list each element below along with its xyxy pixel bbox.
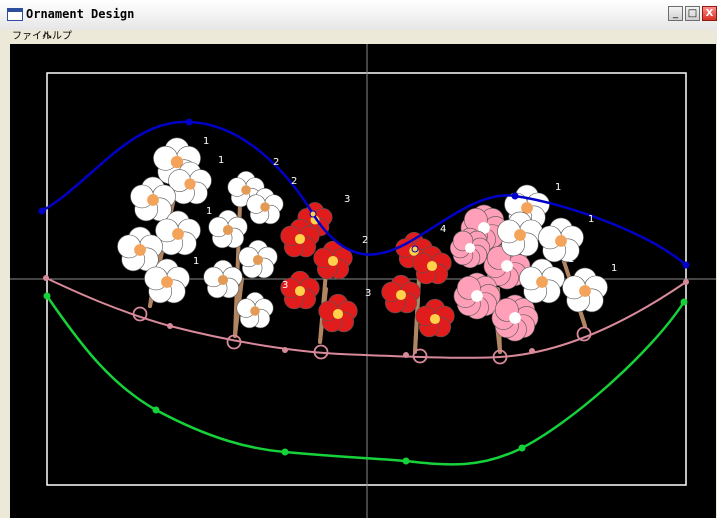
green-control-point[interactable]	[518, 444, 526, 452]
green-control-point[interactable]	[680, 298, 688, 306]
green-curve[interactable]	[45, 295, 686, 466]
green-control-point[interactable]	[152, 406, 160, 414]
anchor-ring[interactable]	[576, 326, 592, 342]
design-canvas[interactable]: 112213233411111	[10, 44, 716, 518]
flower	[313, 240, 353, 280]
menu-help[interactable]: ヘルプ	[42, 30, 72, 44]
green-control-point[interactable]	[281, 448, 289, 456]
point-label: 3	[282, 280, 288, 291]
pink-control-point[interactable]	[43, 275, 49, 281]
blue-control-point[interactable]	[682, 261, 690, 269]
pink-control-point[interactable]	[529, 348, 535, 354]
yellow-marker	[310, 211, 316, 217]
point-label: 1	[568, 254, 574, 265]
point-label: 1	[588, 214, 594, 225]
menu-bar: ファイル ヘルプ	[0, 30, 717, 44]
point-label: 2	[273, 157, 279, 168]
flower	[415, 298, 455, 338]
pink-control-point[interactable]	[167, 323, 173, 329]
pink-control-point[interactable]	[403, 352, 409, 358]
maximize-button[interactable]: □	[685, 6, 700, 21]
flower	[538, 217, 584, 263]
point-label: 1	[206, 206, 212, 217]
point-label: 1	[555, 182, 561, 193]
close-button[interactable]: X	[702, 6, 717, 21]
blue-control-point[interactable]	[185, 118, 193, 126]
flower	[381, 274, 421, 314]
point-label: 3	[365, 288, 371, 299]
point-label: 1	[218, 155, 224, 166]
minimize-button[interactable]: _	[668, 6, 683, 21]
blue-control-point[interactable]	[511, 192, 519, 200]
blue-control-point[interactable]	[38, 207, 46, 215]
point-label: 2	[291, 176, 297, 187]
flower	[236, 291, 274, 329]
app-window: Ornament Design _ □ X ファイル ヘルプ 112213233…	[0, 0, 717, 518]
anchor-ring[interactable]	[132, 306, 148, 322]
window-icon	[7, 8, 23, 21]
green-control-point[interactable]	[402, 457, 410, 465]
pink-control-point[interactable]	[282, 347, 288, 353]
point-label: 2	[362, 235, 368, 246]
point-label: 1	[203, 136, 209, 147]
canvas-drawing[interactable]: 11 2213233411111	[10, 44, 716, 518]
point-label: 1	[611, 263, 617, 274]
point-label: 4	[440, 224, 446, 235]
green-control-point[interactable]	[43, 292, 51, 300]
title-bar[interactable]: Ornament Design _ □ X	[0, 0, 717, 31]
flower	[449, 227, 491, 269]
point-label: 1	[193, 256, 199, 267]
pink-control-point[interactable]	[683, 279, 689, 285]
flower	[238, 239, 278, 279]
window-title: Ornament Design	[26, 7, 135, 21]
yellow-marker	[412, 246, 418, 252]
point-label: 3	[344, 194, 350, 205]
